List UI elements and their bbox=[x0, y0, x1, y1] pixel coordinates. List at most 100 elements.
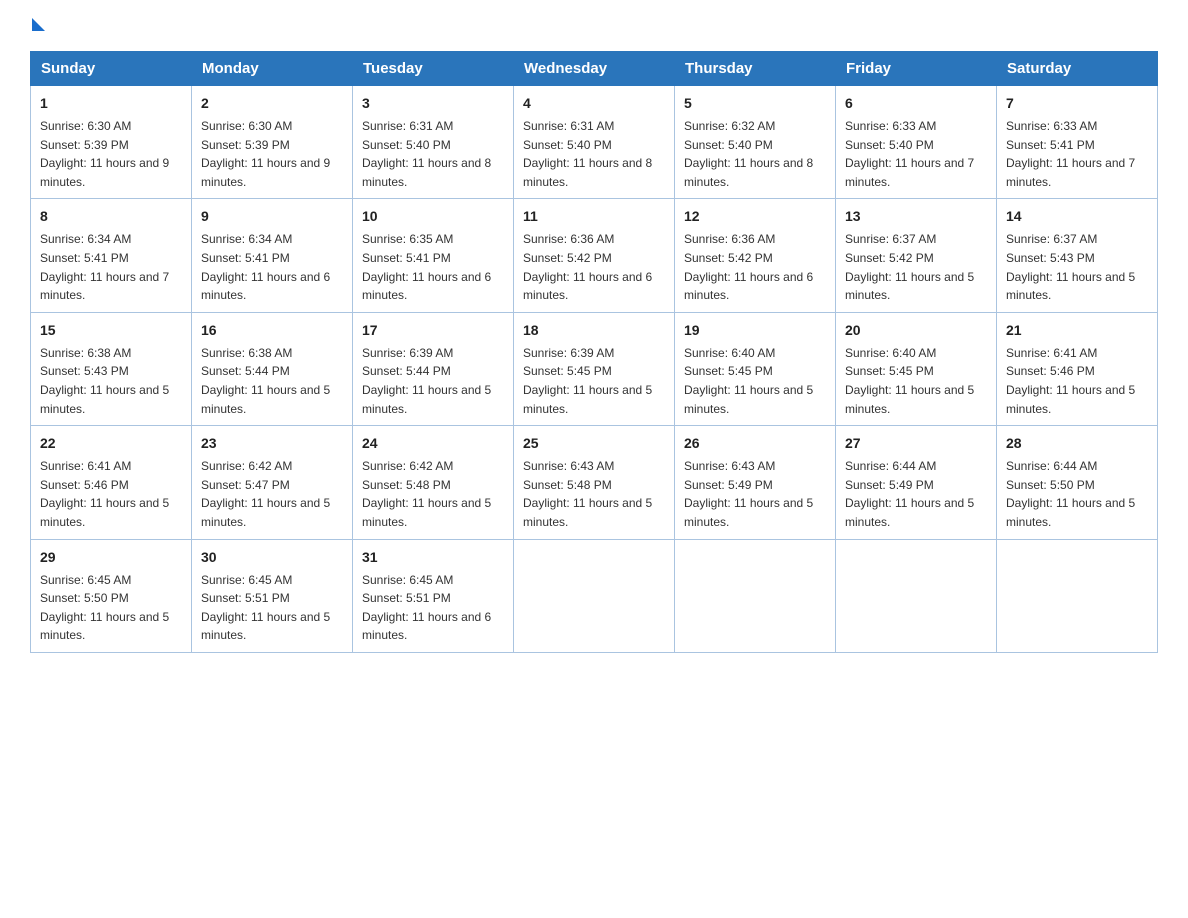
calendar-week-row: 8Sunrise: 6:34 AMSunset: 5:41 PMDaylight… bbox=[31, 199, 1158, 312]
calendar-cell: 11 Sunrise: 6:36 AMSunset: 5:42 PMDayligh… bbox=[514, 199, 675, 312]
calendar-header-row: SundayMondayTuesdayWednesdayThursdayFrid… bbox=[31, 52, 1158, 86]
day-info: Sunrise: 6:38 AMSunset: 5:43 PMDaylight:… bbox=[40, 344, 182, 418]
day-info: Sunrise: 6:42 AMSunset: 5:48 PMDaylight:… bbox=[362, 457, 504, 531]
day-info: Sunrise: 6:31 AMSunset: 5:40 PMDaylight:… bbox=[523, 117, 665, 191]
day-number: 12 bbox=[684, 206, 826, 227]
calendar-cell: 19 Sunrise: 6:40 AMSunset: 5:45 PMDayligh… bbox=[675, 312, 836, 425]
calendar-cell: 15Sunrise: 6:38 AMSunset: 5:43 PMDayligh… bbox=[31, 312, 192, 425]
calendar-cell: 31 Sunrise: 6:45 AMSunset: 5:51 PMDayligh… bbox=[353, 539, 514, 652]
calendar-week-row: 1 Sunrise: 6:30 AMSunset: 5:39 PMDaylight… bbox=[31, 86, 1158, 199]
day-info: Sunrise: 6:30 AMSunset: 5:39 PMDaylight:… bbox=[40, 117, 182, 191]
calendar-cell: 6Sunrise: 6:33 AMSunset: 5:40 PMDaylight… bbox=[836, 86, 997, 199]
calendar-cell: 7 Sunrise: 6:33 AMSunset: 5:41 PMDaylight… bbox=[997, 86, 1158, 199]
calendar-week-row: 15Sunrise: 6:38 AMSunset: 5:43 PMDayligh… bbox=[31, 312, 1158, 425]
day-number: 4 bbox=[523, 93, 665, 114]
day-number: 3 bbox=[362, 93, 504, 114]
calendar-cell: 26 Sunrise: 6:43 AMSunset: 5:49 PMDayligh… bbox=[675, 426, 836, 539]
day-number: 20 bbox=[845, 320, 987, 341]
day-number: 11 bbox=[523, 206, 665, 227]
day-number: 22 bbox=[40, 433, 182, 454]
calendar-cell: 25 Sunrise: 6:43 AMSunset: 5:48 PMDayligh… bbox=[514, 426, 675, 539]
calendar-cell: 10 Sunrise: 6:35 AMSunset: 5:41 PMDayligh… bbox=[353, 199, 514, 312]
day-number: 21 bbox=[1006, 320, 1148, 341]
calendar-cell: 24 Sunrise: 6:42 AMSunset: 5:48 PMDayligh… bbox=[353, 426, 514, 539]
calendar-cell: 18 Sunrise: 6:39 AMSunset: 5:45 PMDayligh… bbox=[514, 312, 675, 425]
day-info: Sunrise: 6:42 AMSunset: 5:47 PMDaylight:… bbox=[201, 457, 343, 531]
day-info: Sunrise: 6:40 AMSunset: 5:45 PMDaylight:… bbox=[845, 344, 987, 418]
calendar-cell: 12 Sunrise: 6:36 AMSunset: 5:42 PMDayligh… bbox=[675, 199, 836, 312]
day-info: Sunrise: 6:34 AMSunset: 5:41 PMDaylight:… bbox=[201, 230, 343, 304]
calendar-cell bbox=[514, 539, 675, 652]
calendar-week-row: 22 Sunrise: 6:41 AMSunset: 5:46 PMDayligh… bbox=[31, 426, 1158, 539]
page-header bbox=[30, 20, 1158, 33]
day-info: Sunrise: 6:32 AMSunset: 5:40 PMDaylight:… bbox=[684, 117, 826, 191]
day-info: Sunrise: 6:30 AMSunset: 5:39 PMDaylight:… bbox=[201, 117, 343, 191]
calendar-header-friday: Friday bbox=[836, 52, 997, 86]
day-number: 7 bbox=[1006, 93, 1148, 114]
day-info: Sunrise: 6:43 AMSunset: 5:49 PMDaylight:… bbox=[684, 457, 826, 531]
day-info: Sunrise: 6:37 AMSunset: 5:42 PMDaylight:… bbox=[845, 230, 987, 304]
day-info: Sunrise: 6:40 AMSunset: 5:45 PMDaylight:… bbox=[684, 344, 826, 418]
day-info: Sunrise: 6:35 AMSunset: 5:41 PMDaylight:… bbox=[362, 230, 504, 304]
day-number: 14 bbox=[1006, 206, 1148, 227]
calendar-cell: 16 Sunrise: 6:38 AMSunset: 5:44 PMDayligh… bbox=[192, 312, 353, 425]
calendar-cell bbox=[675, 539, 836, 652]
calendar-cell bbox=[836, 539, 997, 652]
calendar-cell: 27 Sunrise: 6:44 AMSunset: 5:49 PMDayligh… bbox=[836, 426, 997, 539]
calendar-body: 1 Sunrise: 6:30 AMSunset: 5:39 PMDaylight… bbox=[31, 86, 1158, 653]
day-info: Sunrise: 6:44 AMSunset: 5:50 PMDaylight:… bbox=[1006, 457, 1148, 531]
day-number: 29 bbox=[40, 547, 182, 568]
calendar-cell: 3 Sunrise: 6:31 AMSunset: 5:40 PMDaylight… bbox=[353, 86, 514, 199]
calendar-cell: 28 Sunrise: 6:44 AMSunset: 5:50 PMDayligh… bbox=[997, 426, 1158, 539]
day-number: 10 bbox=[362, 206, 504, 227]
calendar-week-row: 29 Sunrise: 6:45 AMSunset: 5:50 PMDayligh… bbox=[31, 539, 1158, 652]
day-number: 30 bbox=[201, 547, 343, 568]
calendar-table: SundayMondayTuesdayWednesdayThursdayFrid… bbox=[30, 51, 1158, 653]
day-number: 17 bbox=[362, 320, 504, 341]
day-number: 6 bbox=[845, 93, 987, 114]
day-info: Sunrise: 6:39 AMSunset: 5:45 PMDaylight:… bbox=[523, 344, 665, 418]
day-info: Sunrise: 6:36 AMSunset: 5:42 PMDaylight:… bbox=[684, 230, 826, 304]
day-number: 31 bbox=[362, 547, 504, 568]
calendar-cell: 14 Sunrise: 6:37 AMSunset: 5:43 PMDayligh… bbox=[997, 199, 1158, 312]
day-info: Sunrise: 6:38 AMSunset: 5:44 PMDaylight:… bbox=[201, 344, 343, 418]
day-number: 26 bbox=[684, 433, 826, 454]
calendar-cell: 21 Sunrise: 6:41 AMSunset: 5:46 PMDayligh… bbox=[997, 312, 1158, 425]
day-info: Sunrise: 6:33 AMSunset: 5:41 PMDaylight:… bbox=[1006, 117, 1148, 191]
day-number: 19 bbox=[684, 320, 826, 341]
day-info: Sunrise: 6:43 AMSunset: 5:48 PMDaylight:… bbox=[523, 457, 665, 531]
day-info: Sunrise: 6:36 AMSunset: 5:42 PMDaylight:… bbox=[523, 230, 665, 304]
logo bbox=[30, 20, 45, 33]
day-number: 2 bbox=[201, 93, 343, 114]
day-number: 24 bbox=[362, 433, 504, 454]
day-info: Sunrise: 6:31 AMSunset: 5:40 PMDaylight:… bbox=[362, 117, 504, 191]
day-number: 1 bbox=[40, 93, 182, 114]
day-number: 18 bbox=[523, 320, 665, 341]
calendar-header-sunday: Sunday bbox=[31, 52, 192, 86]
day-info: Sunrise: 6:45 AMSunset: 5:50 PMDaylight:… bbox=[40, 571, 182, 645]
day-number: 16 bbox=[201, 320, 343, 341]
day-info: Sunrise: 6:41 AMSunset: 5:46 PMDaylight:… bbox=[1006, 344, 1148, 418]
day-number: 9 bbox=[201, 206, 343, 227]
day-info: Sunrise: 6:45 AMSunset: 5:51 PMDaylight:… bbox=[201, 571, 343, 645]
day-number: 23 bbox=[201, 433, 343, 454]
calendar-cell bbox=[997, 539, 1158, 652]
calendar-cell: 8Sunrise: 6:34 AMSunset: 5:41 PMDaylight… bbox=[31, 199, 192, 312]
calendar-cell: 23 Sunrise: 6:42 AMSunset: 5:47 PMDayligh… bbox=[192, 426, 353, 539]
day-number: 13 bbox=[845, 206, 987, 227]
calendar-cell: 20 Sunrise: 6:40 AMSunset: 5:45 PMDayligh… bbox=[836, 312, 997, 425]
calendar-cell: 29 Sunrise: 6:45 AMSunset: 5:50 PMDayligh… bbox=[31, 539, 192, 652]
day-info: Sunrise: 6:45 AMSunset: 5:51 PMDaylight:… bbox=[362, 571, 504, 645]
day-number: 28 bbox=[1006, 433, 1148, 454]
logo-triangle-icon bbox=[32, 18, 45, 31]
day-info: Sunrise: 6:44 AMSunset: 5:49 PMDaylight:… bbox=[845, 457, 987, 531]
calendar-cell: 30 Sunrise: 6:45 AMSunset: 5:51 PMDayligh… bbox=[192, 539, 353, 652]
day-info: Sunrise: 6:37 AMSunset: 5:43 PMDaylight:… bbox=[1006, 230, 1148, 304]
calendar-cell: 4 Sunrise: 6:31 AMSunset: 5:40 PMDaylight… bbox=[514, 86, 675, 199]
day-number: 27 bbox=[845, 433, 987, 454]
day-info: Sunrise: 6:41 AMSunset: 5:46 PMDaylight:… bbox=[40, 457, 182, 531]
day-info: Sunrise: 6:34 AMSunset: 5:41 PMDaylight:… bbox=[40, 230, 182, 304]
calendar-cell: 13 Sunrise: 6:37 AMSunset: 5:42 PMDayligh… bbox=[836, 199, 997, 312]
calendar-header-tuesday: Tuesday bbox=[353, 52, 514, 86]
day-number: 25 bbox=[523, 433, 665, 454]
